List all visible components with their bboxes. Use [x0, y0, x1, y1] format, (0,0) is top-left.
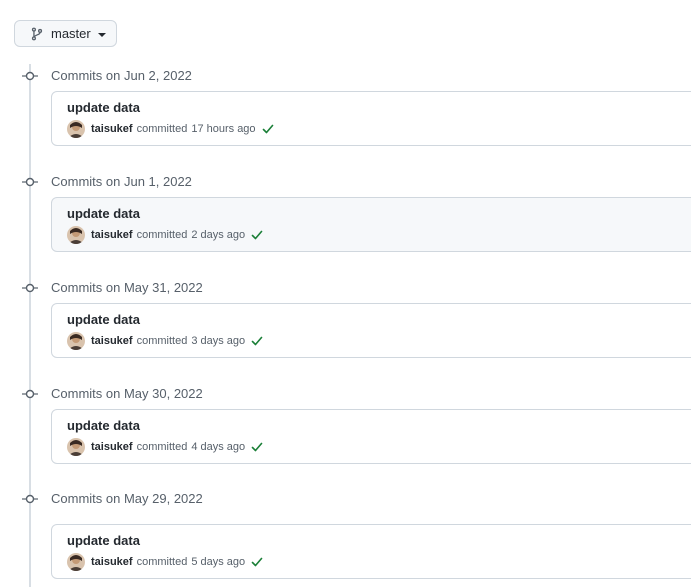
commit-verb: committed — [136, 556, 188, 568]
check-icon[interactable] — [251, 556, 263, 568]
commit-author-link[interactable]: taisukef — [91, 229, 133, 241]
commit-group-header: Commits on Jun 1, 2022 — [0, 172, 691, 192]
avatar[interactable] — [67, 553, 85, 571]
commit-time: 4 days ago — [191, 441, 246, 453]
commit-item: update data taisukef committed 4 days ag… — [51, 409, 691, 464]
commit-meta: taisukef committed 3 days ago — [67, 331, 263, 351]
check-icon[interactable] — [251, 229, 263, 241]
check-icon[interactable] — [251, 441, 263, 453]
commit-item: update data taisukef committed 2 days ag… — [51, 197, 691, 252]
commit-node-icon — [22, 387, 38, 401]
commit-meta: taisukef committed 5 days ago — [67, 552, 263, 572]
commit-author-link[interactable]: taisukef — [91, 123, 133, 135]
commit-group-header: Commits on Jun 2, 2022 — [0, 66, 691, 86]
commit-author-link[interactable]: taisukef — [91, 335, 133, 347]
commit-title-link[interactable]: update data — [67, 312, 140, 327]
commit-history-page: master Commits on Jun 2, 2022 update dat… — [0, 0, 691, 587]
commit-title-link[interactable]: update data — [67, 533, 140, 548]
branch-name: master — [51, 26, 91, 41]
commit-meta: taisukef committed 2 days ago — [67, 225, 263, 245]
commit-verb: committed — [136, 441, 188, 453]
commit-verb: committed — [136, 229, 188, 241]
check-icon[interactable] — [251, 335, 263, 347]
commit-title-link[interactable]: update data — [67, 206, 140, 221]
avatar[interactable] — [67, 120, 85, 138]
commit-group-date: Commits on May 29, 2022 — [51, 491, 203, 506]
commit-author-link[interactable]: taisukef — [91, 556, 133, 568]
commit-verb: committed — [136, 123, 188, 135]
git-branch-icon — [30, 27, 44, 41]
commit-group-date: Commits on May 31, 2022 — [51, 280, 203, 295]
commit-item: update data taisukef committed 3 days ag… — [51, 303, 691, 358]
commit-node-icon — [22, 492, 38, 506]
commit-author-link[interactable]: taisukef — [91, 441, 133, 453]
commit-time: 5 days ago — [191, 556, 246, 568]
commit-item: update data taisukef committed 17 hours … — [51, 91, 691, 146]
commit-time: 2 days ago — [191, 229, 246, 241]
commit-group-date: Commits on Jun 2, 2022 — [51, 68, 192, 83]
commit-node-icon — [22, 175, 38, 189]
commit-time: 17 hours ago — [191, 123, 256, 135]
commit-group-date: Commits on May 30, 2022 — [51, 386, 203, 401]
commit-item: update data taisukef committed 5 days ag… — [51, 524, 691, 579]
commit-node-icon — [22, 69, 38, 83]
commit-group-date: Commits on Jun 1, 2022 — [51, 174, 192, 189]
commit-group-header: Commits on May 29, 2022 — [0, 489, 691, 509]
avatar[interactable] — [67, 226, 85, 244]
commit-title-link[interactable]: update data — [67, 418, 140, 433]
branch-select-button[interactable]: master — [14, 20, 117, 47]
commit-node-icon — [22, 281, 38, 295]
commit-verb: committed — [136, 335, 188, 347]
commit-group-header: Commits on May 31, 2022 — [0, 278, 691, 298]
avatar[interactable] — [67, 438, 85, 456]
commit-group-header: Commits on May 30, 2022 — [0, 384, 691, 404]
caret-down-icon — [97, 32, 106, 37]
check-icon[interactable] — [262, 123, 274, 135]
commit-meta: taisukef committed 4 days ago — [67, 437, 263, 457]
commit-meta: taisukef committed 17 hours ago — [67, 119, 274, 139]
commit-time: 3 days ago — [191, 335, 246, 347]
avatar[interactable] — [67, 332, 85, 350]
commit-title-link[interactable]: update data — [67, 100, 140, 115]
